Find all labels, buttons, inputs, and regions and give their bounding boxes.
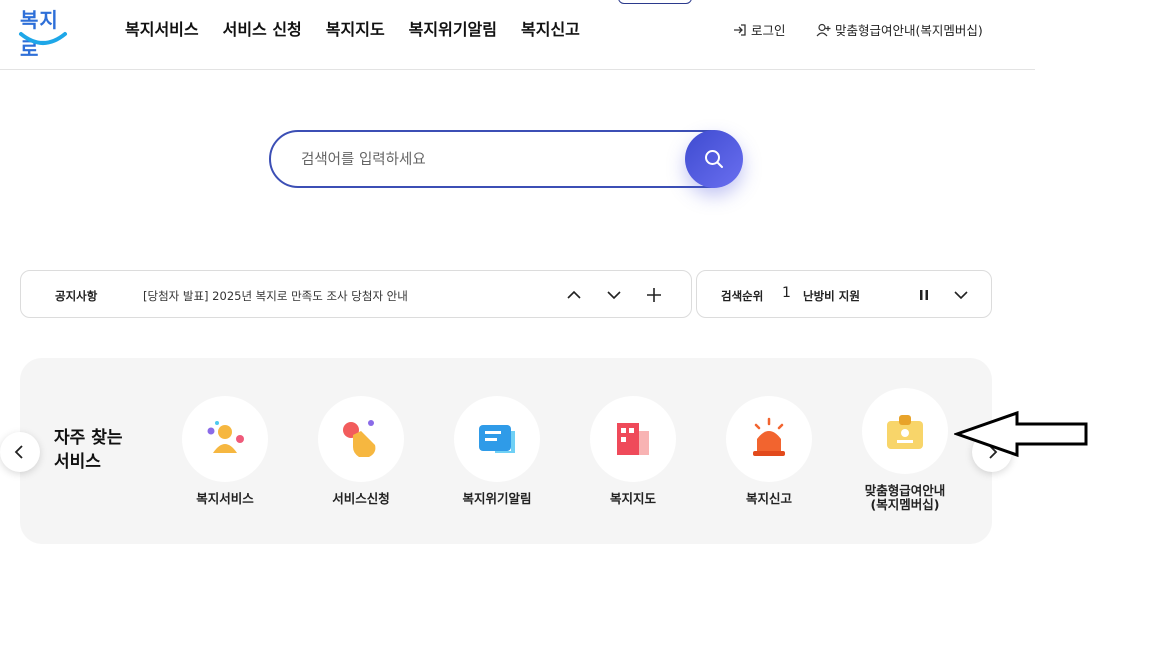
search-icon — [705, 150, 723, 168]
service-icon-circle — [182, 396, 268, 482]
frequent-services-title: 자주 찾는 서비스 — [54, 426, 144, 474]
search-input[interactable] — [301, 148, 681, 172]
notice-text[interactable]: [당첨자 발표] 2025년 복지로 만족도 조사 당첨자 안내 — [143, 288, 408, 304]
service-icon-circle — [454, 396, 540, 482]
service-icon-circle — [318, 396, 404, 482]
siren-icon — [753, 417, 785, 456]
service-item-map[interactable]: 복지지도 — [578, 396, 688, 506]
site-logo[interactable]: 복지로 — [18, 4, 70, 61]
ranking-number: 1 — [782, 285, 791, 301]
pause-icon — [920, 290, 928, 300]
nav-welfare-service[interactable]: 복지서비스 — [125, 16, 199, 40]
chevron-down-icon — [607, 291, 621, 300]
notice-bar: 공지사항 [당첨자 발표] 2025년 복지로 만족도 조사 당첨자 안내 — [20, 270, 692, 318]
main-nav: 복지서비스 서비스 신청 복지지도 복지위기알림 복지신고 — [125, 16, 604, 40]
login-link[interactable]: 로그인 — [733, 20, 786, 39]
plus-icon — [647, 288, 661, 302]
message-icon — [479, 425, 515, 453]
ranking-pause-button[interactable] — [914, 285, 934, 305]
people-icon — [207, 421, 244, 453]
service-item-report[interactable]: 복지신고 — [714, 396, 824, 506]
search-button[interactable] — [685, 130, 743, 188]
notice-prev-button[interactable] — [564, 285, 584, 305]
search-box — [269, 130, 739, 188]
site-header: 복지로 복지서비스 서비스 신청 복지지도 복지위기알림 복지신고 로그인 맞춤… — [0, 0, 1035, 70]
title-line1: 자주 찾는 — [54, 428, 123, 448]
service-label: 복지지도 — [609, 491, 656, 506]
chevron-up-icon — [567, 290, 581, 299]
services-prev-button[interactable] — [0, 432, 40, 472]
nav-service-apply[interactable]: 서비스 신청 — [223, 16, 302, 40]
membership-link[interactable]: 맞춤형급여안내(복지멤버십) — [816, 20, 983, 39]
notice-next-button[interactable] — [604, 285, 624, 305]
service-label: 맞춤형급여안내 (복지멤버십) — [850, 484, 960, 512]
notice-label: 공지사항 — [55, 289, 98, 303]
label-line1: 맞춤형급여안내 — [864, 483, 946, 498]
search-ranking-bar: 검색순위 1 난방비 지원 — [696, 270, 992, 318]
login-icon — [734, 23, 746, 36]
service-item-membership[interactable]: 맞춤형급여안내 (복지멤버십) — [850, 388, 960, 512]
service-item-welfare[interactable]: 복지서비스 — [170, 396, 280, 506]
frequent-services-panel: 자주 찾는 서비스 복지서비스 서비스신청 복지위기알림 복지지도 복지신고 맞… — [20, 358, 992, 544]
ranking-keyword[interactable]: 난방비 지원 — [803, 288, 860, 304]
chevron-down-icon — [954, 291, 968, 300]
service-label: 복지서비스 — [196, 491, 254, 506]
nav-welfare-report[interactable]: 복지신고 — [521, 16, 580, 40]
service-item-apply[interactable]: 서비스신청 — [306, 396, 416, 506]
service-item-crisis-alert[interactable]: 복지위기알림 — [442, 396, 552, 506]
logo-smile-icon — [19, 32, 67, 45]
chevron-left-icon — [14, 445, 23, 459]
annotation-arrow-icon — [954, 410, 1088, 458]
hand-tap-icon — [343, 420, 376, 457]
service-icon-circle — [590, 396, 676, 482]
building-icon — [617, 423, 649, 455]
notice-more-button[interactable] — [644, 285, 664, 305]
header-tab-outline[interactable] — [618, 0, 692, 4]
id-card-icon — [887, 415, 923, 449]
login-label: 로그인 — [751, 23, 786, 38]
ranking-expand-button[interactable] — [951, 285, 971, 305]
user-plus-icon — [816, 23, 831, 36]
nav-crisis-alert[interactable]: 복지위기알림 — [409, 16, 497, 40]
service-icon-circle — [862, 388, 948, 474]
nav-welfare-map[interactable]: 복지지도 — [326, 16, 385, 40]
ranking-label: 검색순위 — [721, 289, 764, 303]
service-label: 복지위기알림 — [462, 491, 532, 506]
service-label: 복지신고 — [745, 491, 792, 506]
label-line2: (복지멤버십) — [870, 497, 940, 512]
service-label: 서비스신청 — [332, 491, 390, 506]
membership-label: 맞춤형급여안내(복지멤버십) — [835, 23, 983, 38]
title-line2: 서비스 — [54, 452, 101, 472]
service-icon-circle — [726, 396, 812, 482]
